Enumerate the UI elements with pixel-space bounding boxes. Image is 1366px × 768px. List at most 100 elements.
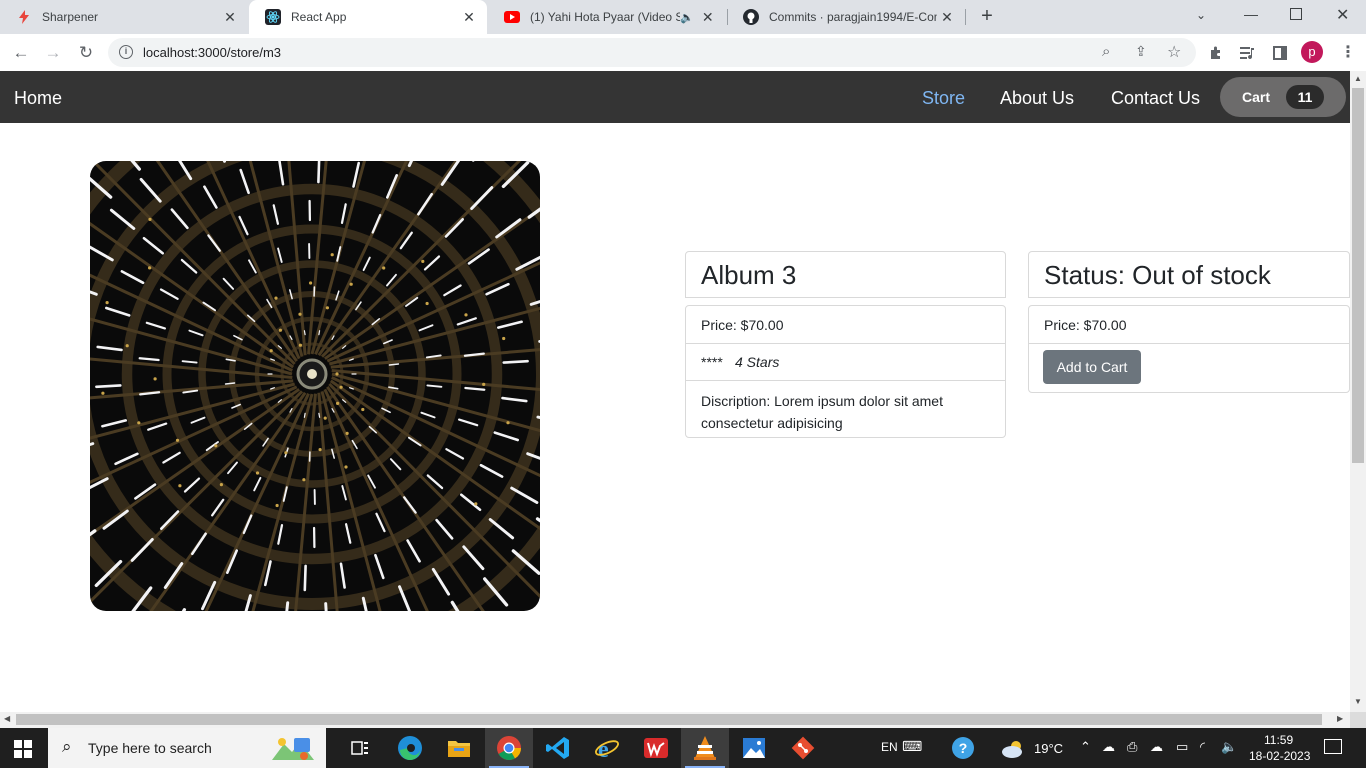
- battery-icon[interactable]: ▭: [1176, 739, 1188, 755]
- status-price: Price: $70.00: [1044, 317, 1127, 333]
- scroll-up-icon[interactable]: ▲: [1354, 74, 1362, 83]
- album-image: [90, 161, 540, 611]
- status-details-card: Price: $70.00 Add to Cart: [1028, 305, 1350, 393]
- nav-about-us[interactable]: About Us: [1000, 88, 1074, 109]
- network-error-icon[interactable]: ☁: [1150, 739, 1163, 755]
- cart-label: Cart: [1242, 89, 1271, 105]
- add-to-cart-button[interactable]: Add to Cart: [1043, 350, 1141, 384]
- nav-contact-us[interactable]: Contact Us: [1111, 88, 1200, 109]
- nav-home[interactable]: Home: [14, 88, 62, 109]
- photos-icon[interactable]: [740, 734, 768, 762]
- profile-avatar[interactable]: p: [1301, 41, 1323, 63]
- tab-youtube[interactable]: (1) Yahi Hota Pyaar (Video So 🔈 ✕: [488, 0, 726, 34]
- product-price: Price: $70.00: [701, 317, 784, 333]
- tab-title: (1) Yahi Hota Pyaar (Video So: [530, 10, 680, 24]
- onedrive-icon[interactable]: ☁: [1102, 739, 1115, 755]
- scroll-right-icon[interactable]: ▶: [1337, 714, 1343, 723]
- taskbar-search-box[interactable]: ⌕ Type here to search: [48, 728, 326, 768]
- vlc-taskbar-item[interactable]: [681, 728, 729, 768]
- tab-github[interactable]: Commits · paragjain1994/E-Com ✕: [727, 0, 965, 34]
- react-icon: [265, 9, 281, 25]
- notifications-icon[interactable]: [1324, 739, 1342, 754]
- speaker-icon[interactable]: 🔈: [680, 11, 694, 24]
- side-panel-icon[interactable]: [1267, 40, 1293, 66]
- tab-title: Sharpener: [42, 10, 99, 24]
- show-hidden-icons-icon[interactable]: ⌃: [1080, 739, 1091, 755]
- product-description: Discription: Lorem ipsum dolor sit amet …: [701, 393, 943, 431]
- github-icon: [743, 9, 759, 25]
- rating-stars: ****: [701, 354, 723, 370]
- product-rating-row: **** 4 Stars: [686, 343, 1005, 380]
- youtube-icon: [504, 9, 520, 25]
- url-text[interactable]: localhost:3000/store/m3: [143, 45, 281, 60]
- keyboard-icon[interactable]: ⌨: [902, 738, 922, 755]
- scrollbar-corner: [1350, 712, 1366, 728]
- tab-react-app[interactable]: React App ✕: [249, 0, 487, 34]
- close-tab-icon[interactable]: ✕: [459, 9, 479, 26]
- help-icon[interactable]: ?: [952, 737, 974, 759]
- windows-taskbar: ⌕ Type here to search e EN ⌨ ? 19°C ⌃ ☁ …: [0, 728, 1366, 768]
- windows-start-icon[interactable]: [14, 740, 32, 763]
- back-icon[interactable]: ←: [8, 40, 34, 66]
- rating-text: 4 Stars: [735, 354, 780, 370]
- tab-separator: [965, 9, 966, 25]
- horizontal-scroll-thumb[interactable]: [16, 714, 1322, 725]
- close-tab-icon[interactable]: ✕: [698, 9, 718, 26]
- tab-search-chevron-icon[interactable]: ⌄: [1196, 8, 1206, 22]
- forward-icon[interactable]: →: [40, 40, 66, 66]
- product-description-row: Discription: Lorem ipsum dolor sit amet …: [686, 380, 1005, 439]
- meet-now-icon[interactable]: ⎙: [1127, 739, 1137, 755]
- new-tab-button[interactable]: +: [976, 5, 998, 29]
- product-price-row: Price: $70.00: [686, 306, 1005, 343]
- close-window-icon[interactable]: ✕: [1336, 5, 1349, 25]
- svg-text:e: e: [598, 737, 609, 762]
- site-navbar: Home Store About Us Contact Us Cart 11: [0, 71, 1350, 123]
- cart-count-badge: 11: [1286, 85, 1324, 109]
- stock-status: Status: Out of stock: [1044, 260, 1271, 290]
- scroll-down-icon[interactable]: ▼: [1354, 697, 1362, 706]
- wps-office-icon[interactable]: [642, 734, 670, 762]
- share-icon[interactable]: ⇪: [1135, 43, 1147, 60]
- clock-time[interactable]: 11:59: [1264, 733, 1293, 747]
- git-icon[interactable]: [789, 734, 817, 762]
- extensions-icon[interactable]: [1203, 40, 1229, 66]
- scroll-left-icon[interactable]: ◀: [4, 714, 10, 723]
- bookmark-star-icon[interactable]: ☆: [1167, 42, 1181, 62]
- minimize-icon[interactable]: —: [1244, 6, 1258, 22]
- site-info-icon[interactable]: i: [119, 45, 133, 59]
- internet-explorer-icon[interactable]: e: [593, 734, 621, 763]
- vscode-icon[interactable]: [544, 734, 572, 762]
- nav-store[interactable]: Store: [922, 88, 965, 109]
- status-price-row: Price: $70.00: [1029, 306, 1349, 343]
- zoom-icon[interactable]: ⌕: [1102, 43, 1110, 60]
- tab-title: React App: [291, 10, 347, 24]
- edge-icon[interactable]: [396, 734, 424, 762]
- media-queue-icon[interactable]: [1235, 40, 1261, 66]
- browser-toolbar: ← → ↻ i localhost:3000/store/m3 ⌕ ⇪ ☆ p …: [0, 34, 1366, 71]
- language-indicator[interactable]: EN: [881, 740, 898, 754]
- chrome-taskbar-item[interactable]: [485, 728, 533, 768]
- search-highlight-icon[interactable]: [270, 734, 316, 767]
- file-explorer-icon[interactable]: [445, 734, 473, 762]
- clock-date[interactable]: 18-02-2023: [1249, 749, 1310, 763]
- close-tab-icon[interactable]: ✕: [220, 9, 240, 26]
- tab-title: Commits · paragjain1994/E-Com: [769, 10, 937, 24]
- chrome-menu-icon[interactable]: ⋮: [1340, 42, 1356, 62]
- vertical-scroll-thumb[interactable]: [1352, 88, 1364, 463]
- address-bar[interactable]: i localhost:3000/store/m3 ⌕ ⇪ ☆: [108, 38, 1196, 67]
- vertical-scrollbar[interactable]: ▲ ▼: [1350, 71, 1366, 712]
- browser-tab-strip: Sharpener ✕ React App ✕ (1) Yahi Hota Py…: [0, 0, 1366, 34]
- horizontal-scrollbar[interactable]: ◀ ▶: [0, 712, 1350, 728]
- weather-cloud-icon[interactable]: [1000, 739, 1028, 764]
- weather-temperature[interactable]: 19°C: [1034, 741, 1063, 756]
- restore-icon[interactable]: [1290, 8, 1302, 20]
- reload-icon[interactable]: ↻: [73, 40, 99, 66]
- search-placeholder: Type here to search: [88, 740, 212, 756]
- close-tab-icon[interactable]: ✕: [937, 9, 957, 26]
- task-view-icon[interactable]: [346, 734, 374, 762]
- search-icon: ⌕: [62, 737, 72, 756]
- cart-button[interactable]: Cart 11: [1220, 77, 1346, 117]
- wifi-icon[interactable]: ◜: [1200, 739, 1205, 755]
- volume-icon[interactable]: 🔈: [1221, 739, 1237, 755]
- tab-sharpener[interactable]: Sharpener ✕: [0, 0, 248, 34]
